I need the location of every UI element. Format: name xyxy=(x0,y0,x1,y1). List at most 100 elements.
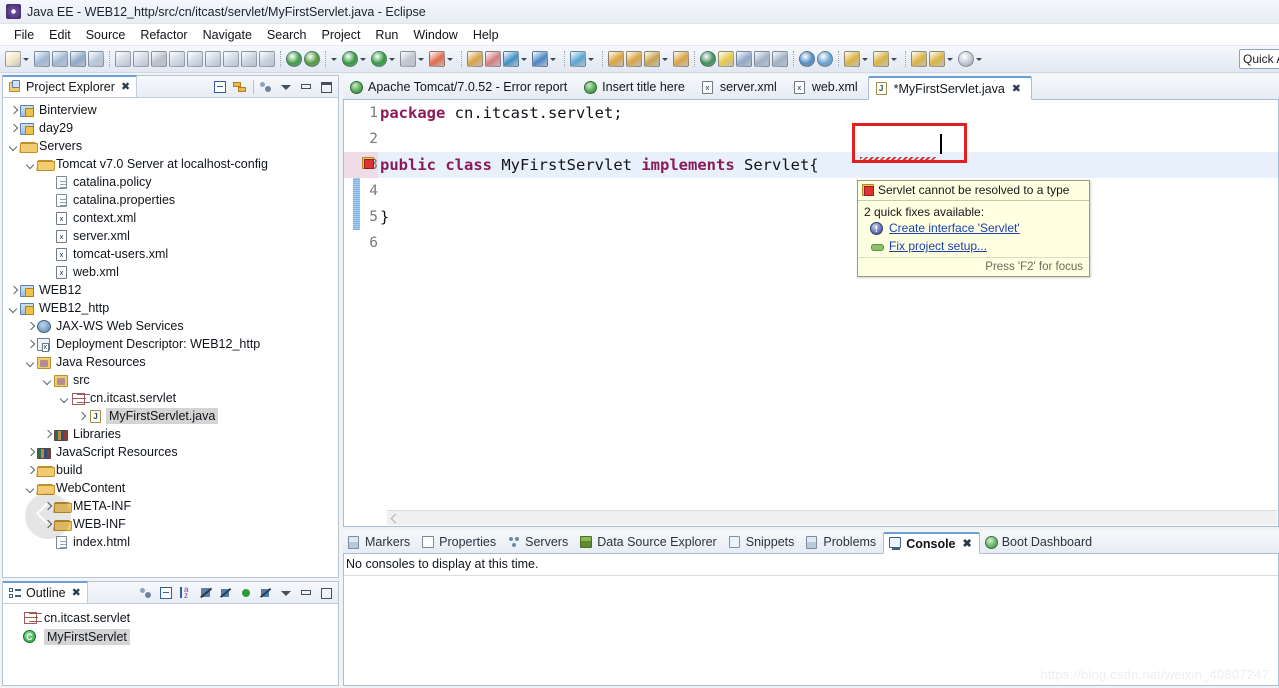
open-folder-icon[interactable] xyxy=(626,51,642,67)
close-icon[interactable]: ✖ xyxy=(72,587,81,599)
toggle-mark-occurrences-icon[interactable] xyxy=(718,51,734,67)
tree-item[interactable]: day29 xyxy=(3,119,338,137)
chevron-right-icon[interactable] xyxy=(7,104,19,116)
minimize-icon[interactable] xyxy=(299,586,314,601)
bottom-tab[interactable]: Markers xyxy=(343,531,417,553)
new-class-icon[interactable] xyxy=(503,51,519,67)
view-menu-icon[interactable] xyxy=(279,586,294,601)
tree-item[interactable]: JavaScript Resources xyxy=(3,443,338,461)
tree-item[interactable]: src xyxy=(3,371,338,389)
step-into-icon[interactable] xyxy=(187,51,203,67)
collapse-all-icon[interactable] xyxy=(159,586,174,601)
tree-item[interactable]: JAX-WS Web Services xyxy=(3,317,338,335)
bottom-tab[interactable]: Data Source Explorer xyxy=(575,531,724,553)
chevron-down-icon[interactable] xyxy=(24,158,36,170)
browser-icon[interactable] xyxy=(799,51,815,67)
outline-item[interactable]: cn.itcast.servlet xyxy=(3,608,338,627)
minimize-icon[interactable] xyxy=(299,80,314,95)
chevron-down-icon[interactable] xyxy=(41,374,53,386)
menu-help[interactable]: Help xyxy=(466,26,507,44)
menu-search[interactable]: Search xyxy=(260,26,315,44)
tree-item[interactable]: build xyxy=(3,461,338,479)
tree-item[interactable]: Servers xyxy=(3,137,338,155)
editor-tab[interactable]: Insert title here xyxy=(577,75,695,99)
editor-tab[interactable]: x server.xml xyxy=(695,75,787,99)
editor-tab[interactable]: J *MyFirstServlet.java ✖ xyxy=(867,76,1033,100)
tree-item[interactable]: Libraries xyxy=(3,425,338,443)
next-annotation-icon[interactable] xyxy=(958,51,974,67)
suspend-icon[interactable] xyxy=(133,51,149,67)
focus-icon[interactable] xyxy=(139,586,154,601)
new-annotation-icon[interactable] xyxy=(532,51,548,67)
outline-tree[interactable]: cn.itcast.servlet C MyFirstServlet xyxy=(3,604,338,685)
bottom-tab[interactable]: Console ✖ xyxy=(883,532,980,554)
resume-icon[interactable] xyxy=(115,51,131,67)
search-dropdown-icon[interactable] xyxy=(587,51,596,67)
bottom-tab[interactable]: Snippets xyxy=(724,531,802,553)
download-icon[interactable] xyxy=(844,51,860,67)
close-icon[interactable]: ✖ xyxy=(963,537,972,550)
run-server-icon[interactable] xyxy=(429,51,445,67)
menu-refactor[interactable]: Refactor xyxy=(133,26,195,44)
tab-project-explorer[interactable]: Project Explorer ✖ xyxy=(3,75,138,97)
editor-tab[interactable]: x web.xml xyxy=(787,75,868,99)
stop-icon[interactable] xyxy=(400,51,416,67)
tree-item[interactable]: Java Resources xyxy=(3,353,338,371)
view-menu-icon[interactable] xyxy=(279,80,294,95)
tree-item[interactable]: Tomcat v7.0 Server at localhost-config xyxy=(3,155,338,173)
maximize-icon[interactable] xyxy=(319,586,334,601)
horizontal-scrollbar[interactable] xyxy=(345,510,1277,525)
tree-item[interactable]: x context.xml xyxy=(3,209,338,227)
link-icon[interactable] xyxy=(736,51,752,67)
tree-item[interactable]: Binterview xyxy=(3,101,338,119)
edit-icon[interactable] xyxy=(644,51,660,67)
new-wizard-icon[interactable] xyxy=(5,51,21,67)
run-icon[interactable] xyxy=(342,51,358,67)
chevron-right-icon[interactable] xyxy=(41,428,53,440)
chevron-right-icon[interactable] xyxy=(75,410,87,422)
run-as-icon[interactable] xyxy=(371,51,387,67)
hide-fields-icon[interactable] xyxy=(199,586,214,601)
tree-item[interactable]: cn.itcast.servlet xyxy=(3,389,338,407)
tree-item[interactable]: J MyFirstServlet.java xyxy=(3,407,338,425)
forward-dropdown-icon[interactable] xyxy=(946,51,955,67)
stop-dropdown-icon[interactable] xyxy=(417,51,426,67)
quick-access-input[interactable]: Quick A xyxy=(1239,49,1279,69)
quick-fix-link[interactable]: Fix project setup... xyxy=(889,239,987,253)
tree-item[interactable]: x server.xml xyxy=(3,227,338,245)
open-resource-icon[interactable] xyxy=(608,51,624,67)
save-icon[interactable] xyxy=(34,51,50,67)
editor-tab[interactable]: Apache Tomcat/7.0.52 - Error report xyxy=(343,75,577,99)
menu-edit[interactable]: Edit xyxy=(42,26,79,44)
print-icon[interactable] xyxy=(70,51,86,67)
debug-icon[interactable] xyxy=(304,51,320,67)
chevron-right-icon[interactable] xyxy=(7,122,19,134)
new-class-dropdown-icon[interactable] xyxy=(520,51,529,67)
bottom-tab[interactable]: Servers xyxy=(503,531,575,553)
outline-item[interactable]: C MyFirstServlet xyxy=(3,627,338,646)
code-editor[interactable]: 1package cn.itcast.servlet;23public clas… xyxy=(343,100,1279,527)
tree-item[interactable]: WEB12 xyxy=(3,281,338,299)
chevron-right-icon[interactable] xyxy=(24,320,36,332)
download-dropdown-icon[interactable] xyxy=(861,51,870,67)
tree-item[interactable]: WEB12_http xyxy=(3,299,338,317)
new-package-icon[interactable] xyxy=(485,51,501,67)
run-last-tool-icon[interactable] xyxy=(259,51,275,67)
menu-navigate[interactable]: Navigate xyxy=(196,26,260,44)
quick-fix-item[interactable]: ! Create interface 'Servlet' xyxy=(864,219,1083,237)
menu-source[interactable]: Source xyxy=(79,26,134,44)
forward-icon[interactable] xyxy=(929,51,945,67)
scroll-left-icon[interactable] xyxy=(389,513,400,524)
step-over-icon[interactable] xyxy=(205,51,221,67)
step-return-icon[interactable] xyxy=(223,51,239,67)
run-dropdown-icon[interactable] xyxy=(359,51,368,67)
code-text[interactable]: 1package cn.itcast.servlet;23public clas… xyxy=(344,100,1278,256)
word-wrap-icon[interactable] xyxy=(772,51,788,67)
new-java-project-icon[interactable] xyxy=(467,51,483,67)
chevron-right-icon[interactable] xyxy=(7,284,19,296)
debug-dropdown-icon[interactable] xyxy=(330,51,339,67)
maximize-icon[interactable] xyxy=(319,80,334,95)
upload-dropdown-icon[interactable] xyxy=(890,51,899,67)
terminate-icon[interactable] xyxy=(151,51,167,67)
menu-file[interactable]: File xyxy=(7,26,42,44)
